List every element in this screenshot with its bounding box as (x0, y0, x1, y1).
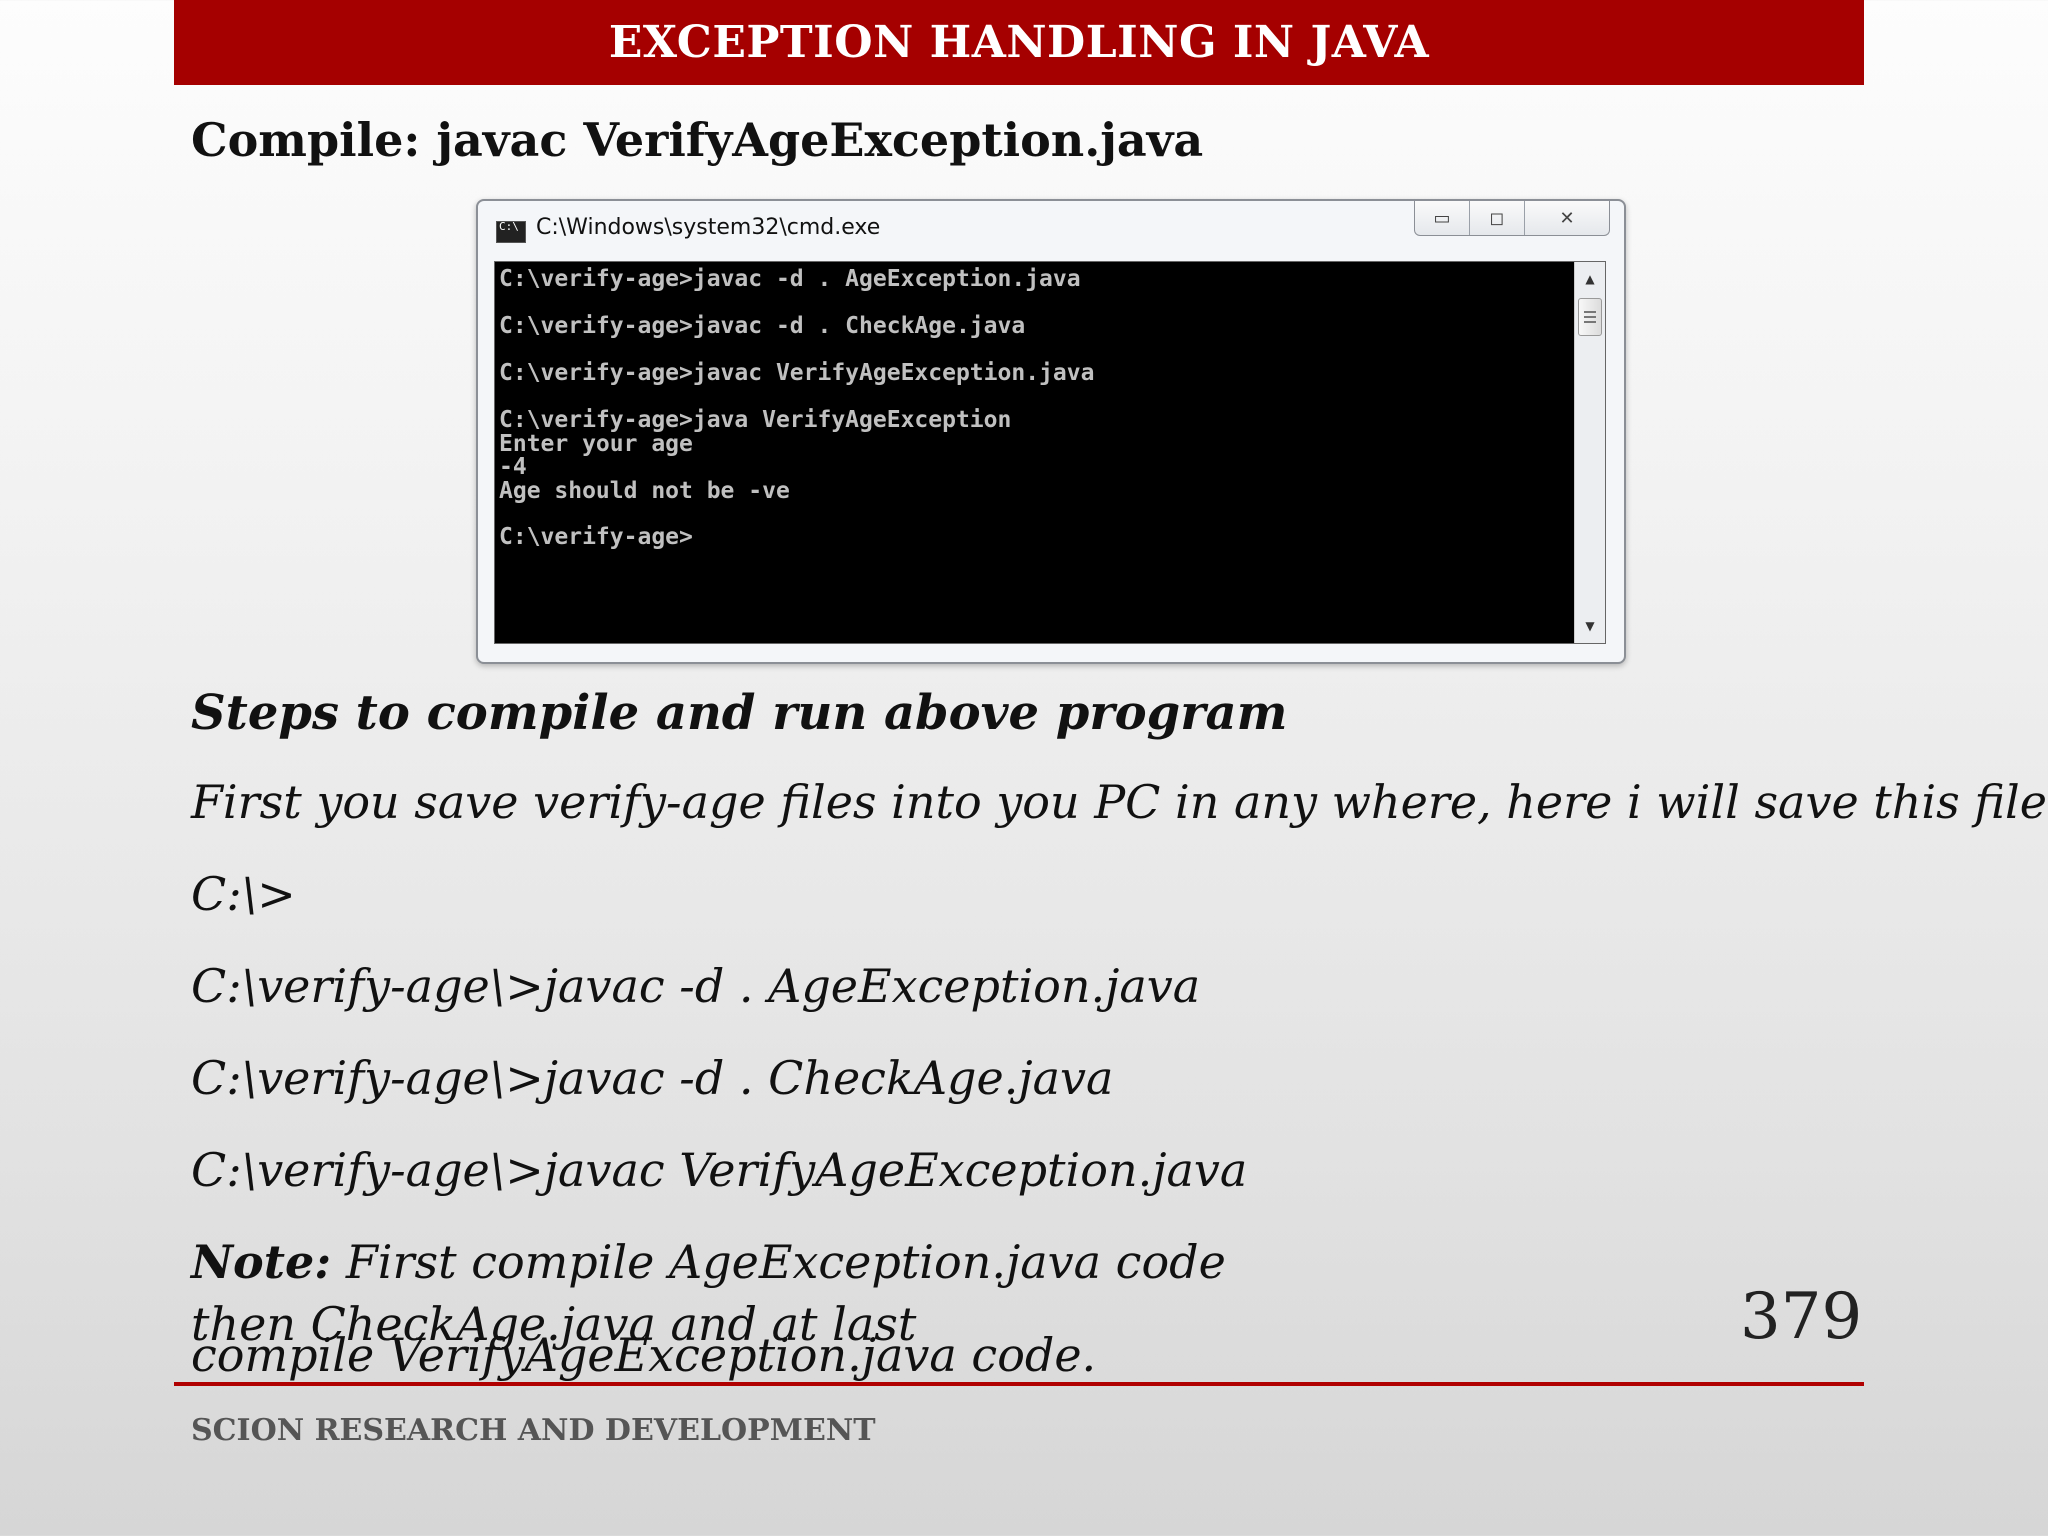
compile-command: Compile: javac VerifyAgeException.java (191, 113, 1204, 167)
scroll-down-arrow-icon[interactable]: ▼ (1575, 613, 1605, 639)
console-line: Age should not be -ve (499, 477, 790, 504)
minimize-button[interactable]: ▭ (1415, 201, 1469, 235)
cmd-window-icon: C:\ (496, 221, 526, 243)
cmd-window: C:\ C:\Windows\system32\cmd.exe ▭ ◻ ✕ C:… (476, 199, 1626, 664)
slide-title-bar: EXCEPTION HANDLING IN JAVA (174, 0, 1864, 85)
console-lines: C:\verify-age>javac -d . AgeException.ja… (499, 268, 1559, 550)
footer-divider (174, 1382, 1864, 1386)
window-controls: ▭ ◻ ✕ (1414, 201, 1610, 236)
console-scrollbar[interactable]: ▲ ▼ (1574, 262, 1605, 643)
note-line-1: Note: First compile AgeException.java co… (191, 1235, 1226, 1289)
note-line-3: compile VerifyAgeException.java code. (191, 1328, 1097, 1382)
console-line: C:\verify-age> (499, 524, 693, 550)
console-line: Enter your age (499, 430, 693, 457)
step-line: C:\> (191, 867, 296, 921)
maximize-button[interactable]: ◻ (1469, 201, 1524, 235)
slide-title: EXCEPTION HANDLING IN JAVA (608, 17, 1430, 68)
step-line: C:\verify-age\>javac -d . CheckAge.java (191, 1051, 1114, 1105)
console-line: C:\verify-age>java VerifyAgeException (499, 407, 1012, 433)
console-output[interactable]: C:\verify-age>javac -d . AgeException.ja… (494, 261, 1606, 644)
footer-organization: SCION RESEARCH AND DEVELOPMENT (191, 1413, 876, 1448)
step-line: C:\verify-age\>javac VerifyAgeException.… (191, 1143, 1248, 1197)
cmd-window-title: C:\Windows\system32\cmd.exe (536, 215, 881, 240)
console-line: C:\verify-age>javac -d . CheckAge.java (499, 313, 1026, 339)
steps-intro: First you save verify-age files into you… (191, 775, 2048, 829)
close-button[interactable]: ✕ (1524, 201, 1609, 235)
console-line: -4 (499, 454, 527, 480)
note-label: Note: (191, 1235, 332, 1289)
note-text-1: First compile AgeException.java code (331, 1235, 1226, 1289)
scroll-thumb[interactable] (1578, 298, 1602, 336)
cmd-icon-label: C:\ (499, 220, 519, 233)
cmd-window-titlebar[interactable]: C:\ C:\Windows\system32\cmd.exe ▭ ◻ ✕ (478, 201, 1624, 259)
scroll-up-arrow-icon[interactable]: ▲ (1575, 266, 1605, 292)
console-line: C:\verify-age>javac -d . AgeException.ja… (499, 266, 1081, 292)
steps-heading: Steps to compile and run above program (191, 685, 1288, 741)
step-line: C:\verify-age\>javac -d . AgeException.j… (191, 959, 1201, 1013)
console-line: C:\verify-age>javac VerifyAgeException.j… (499, 360, 1095, 386)
page-number: 379 (1740, 1280, 1863, 1354)
